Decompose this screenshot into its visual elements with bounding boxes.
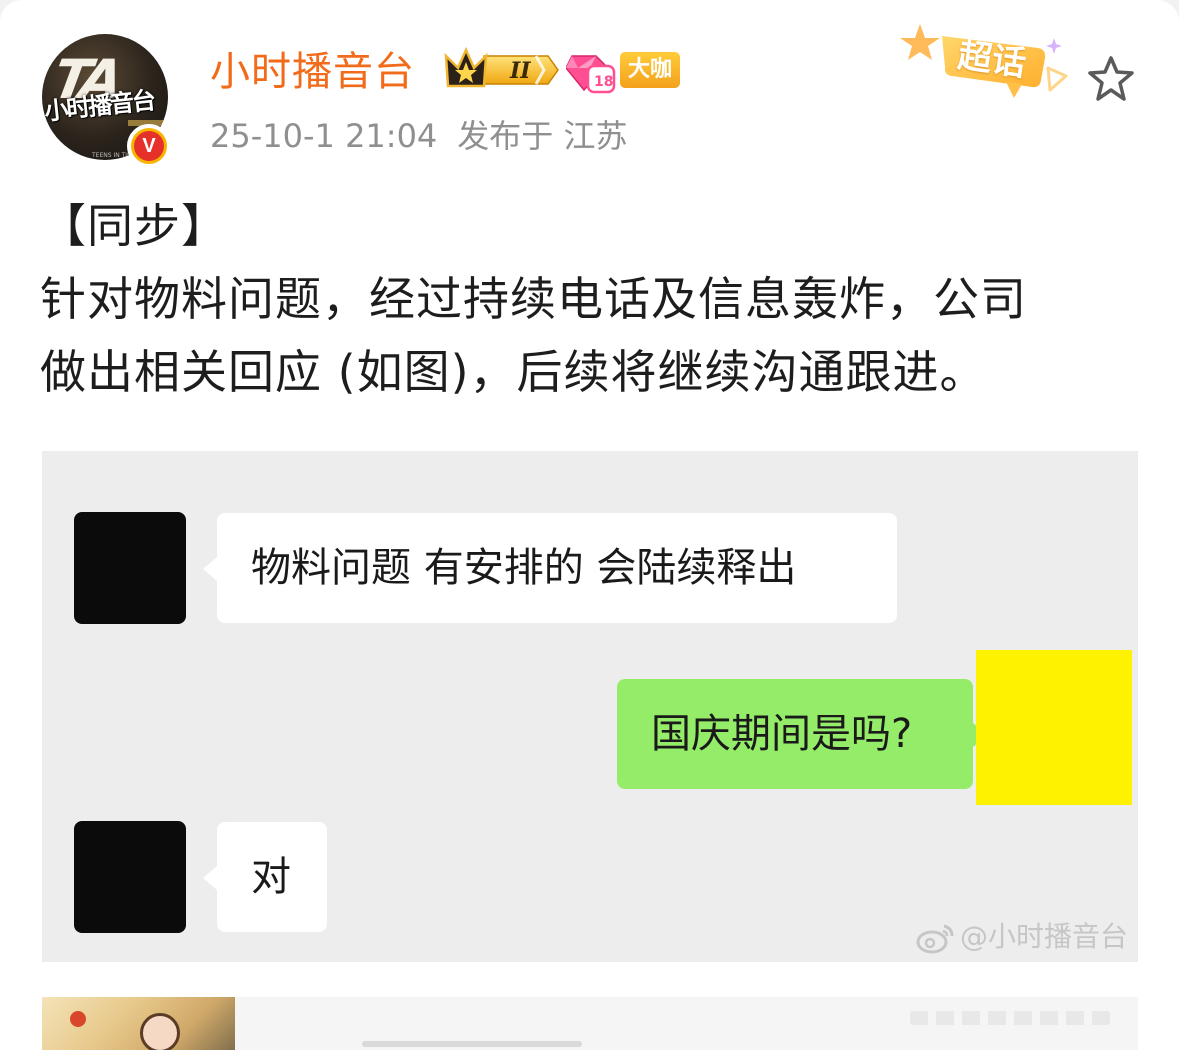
daka-tag[interactable]: 大咖 [620, 52, 680, 88]
next-item-preview[interactable] [42, 997, 1138, 1050]
chat-bubble-right: 国庆期间是吗? [617, 679, 987, 789]
post-image-chat-screenshot[interactable]: 物料问题 有安排的 会陆续释出 国庆期间是吗? 对 @小时播音台 [42, 451, 1138, 962]
post-line: 做出相关回应 (如图)，后续将继续沟通跟进。 [40, 345, 987, 399]
fan-diamond-icon[interactable]: 18 [566, 50, 616, 94]
post-line: 【同步】 [40, 199, 228, 253]
svg-text:18: 18 [594, 74, 613, 90]
favorite-star-icon[interactable] [1086, 54, 1136, 104]
next-item-title-placeholder [362, 1041, 582, 1047]
thumbnail-character [140, 1013, 180, 1050]
post-meta: 25-10-1 21:04 发布于 江苏 [210, 112, 627, 160]
next-item-thumbnail [42, 997, 235, 1050]
next-item-meta-placeholder [910, 1011, 1110, 1025]
verified-badge-icon: V [127, 124, 171, 168]
chat-bubble-left: 物料问题 有安排的 会陆续释出 [203, 513, 897, 623]
redacted-avatar-right [976, 650, 1132, 805]
watermark-text: @小时播音台 [960, 920, 1129, 953]
weibo-post-card: TA 小时播音台 TEENS IN TIMES V 小时播音台 II 18 大咖… [0, 0, 1179, 1050]
image-watermark: @小时播音台 [916, 917, 1128, 957]
chat-bubble-left: 对 [203, 822, 327, 932]
level-crown-icon[interactable]: II [444, 46, 560, 94]
level-badge-text: II [509, 58, 531, 84]
redacted-avatar-left [74, 821, 186, 933]
chaohua-button[interactable]: 超话 [898, 18, 1078, 104]
post-content: 【同步】 针对物料问题，经过持续电话及信息轰炸，公司 做出相关回应 (如图)，后… [40, 190, 1140, 409]
post-line: 针对物料问题，经过持续电话及信息轰炸，公司 [40, 272, 1027, 326]
post-timestamp: 25-10-1 21:04 [210, 117, 438, 155]
verified-badge-letter: V [134, 131, 164, 161]
redacted-avatar-left [74, 512, 186, 624]
weibo-logo-icon [916, 924, 954, 954]
author-name[interactable]: 小时播音台 [210, 44, 415, 100]
post-location: 发布于 江苏 [457, 117, 628, 155]
thumbnail-decoration [70, 1011, 86, 1027]
